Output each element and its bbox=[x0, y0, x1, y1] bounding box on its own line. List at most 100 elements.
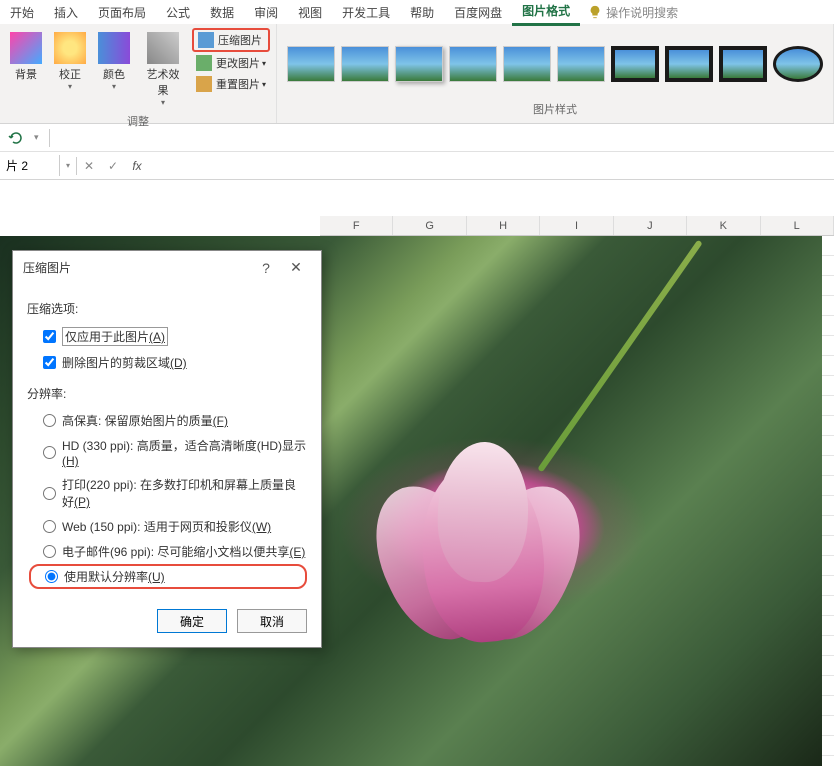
dialog-help-button[interactable]: ? bbox=[251, 260, 281, 276]
change-picture-icon bbox=[196, 55, 212, 71]
ok-button[interactable]: 确定 bbox=[157, 609, 227, 633]
dialog-titlebar[interactable]: 压缩图片 ? ✕ bbox=[13, 251, 321, 284]
tab-dev[interactable]: 开发工具 bbox=[332, 0, 400, 25]
picture-style-7[interactable] bbox=[611, 46, 659, 82]
tab-data[interactable]: 数据 bbox=[200, 0, 244, 25]
email-input[interactable] bbox=[43, 545, 56, 558]
grid-rows bbox=[822, 236, 834, 766]
apply-only-input[interactable] bbox=[43, 330, 56, 343]
resolution-web-radio[interactable]: Web (150 ppi): 适用于网页和投影仪(W) bbox=[27, 514, 307, 539]
resolution-default-radio[interactable]: 使用默认分辨率(U) bbox=[29, 564, 307, 589]
undo-icon[interactable] bbox=[8, 130, 24, 146]
ribbon-group-picture-styles: 图片样式 bbox=[277, 24, 834, 123]
tab-help[interactable]: 帮助 bbox=[400, 0, 444, 25]
delete-crop-label: 删除图片的剪裁区域 bbox=[62, 356, 170, 370]
picture-style-1[interactable] bbox=[287, 46, 335, 82]
change-picture-label: 更改图片 bbox=[216, 55, 260, 71]
tab-layout[interactable]: 页面布局 bbox=[88, 0, 156, 25]
color-button[interactable]: 颜色 bbox=[94, 28, 134, 95]
tab-review[interactable]: 审阅 bbox=[244, 0, 288, 25]
remove-background-button[interactable]: 背景 bbox=[6, 28, 46, 86]
formula-cancel-button[interactable]: ✕ bbox=[77, 159, 101, 173]
hifi-input[interactable] bbox=[43, 414, 56, 427]
web-label: Web (150 ppi): 适用于网页和投影仪 bbox=[62, 520, 252, 534]
undo-dropdown-icon[interactable]: ▾ bbox=[34, 132, 39, 143]
adjust-group-label: 调整 bbox=[125, 111, 151, 131]
corrections-label: 校正 bbox=[59, 66, 81, 82]
cancel-button[interactable]: 取消 bbox=[237, 609, 307, 633]
formula-bar: 片 2 ▾ ✕ ✓ fx bbox=[0, 152, 834, 180]
col-header-f[interactable]: F bbox=[320, 216, 393, 235]
hd-input[interactable] bbox=[43, 446, 56, 459]
name-box-dropdown-icon[interactable]: ▾ bbox=[60, 161, 76, 170]
resolution-email-radio[interactable]: 电子邮件(96 ppi): 尽可能缩小文档以便共享(E) bbox=[27, 539, 307, 564]
compress-label: 压缩图片 bbox=[218, 32, 262, 48]
tab-view[interactable]: 视图 bbox=[288, 0, 332, 25]
resolution-label: 分辨率: bbox=[27, 385, 307, 402]
hifi-label: 高保真: 保留原始图片的质量 bbox=[62, 414, 213, 428]
remove-bg-label: 背景 bbox=[15, 66, 37, 82]
dialog-close-button[interactable]: ✕ bbox=[281, 259, 311, 276]
hd-label: HD (330 ppi): 高质量，适合高清晰度(HD)显示 bbox=[62, 439, 306, 453]
col-header-g[interactable]: G bbox=[393, 216, 466, 235]
search-hint-label: 操作说明搜索 bbox=[606, 4, 678, 21]
color-icon bbox=[98, 32, 130, 64]
separator bbox=[49, 129, 50, 147]
compress-icon bbox=[198, 32, 214, 48]
col-header-j[interactable]: J bbox=[614, 216, 687, 235]
delete-crop-checkbox[interactable]: 删除图片的剪裁区域(D) bbox=[27, 350, 307, 375]
picture-style-3[interactable] bbox=[395, 46, 443, 82]
col-header-l[interactable]: L bbox=[761, 216, 834, 235]
tab-start[interactable]: 开始 bbox=[0, 0, 44, 25]
formula-confirm-button[interactable]: ✓ bbox=[101, 159, 125, 173]
default-input[interactable] bbox=[45, 570, 58, 583]
remove-bg-icon bbox=[10, 32, 42, 64]
picture-styles-group-label: 图片样式 bbox=[531, 99, 579, 119]
tell-me-search[interactable]: 操作说明搜索 bbox=[588, 4, 678, 21]
apply-only-label: 仅应用于此图片 bbox=[65, 330, 149, 344]
resolution-print-radio[interactable]: 打印(220 ppi): 在多数打印机和屏幕上质量良好(P) bbox=[27, 472, 307, 514]
picture-style-10[interactable] bbox=[773, 46, 823, 82]
picture-style-4[interactable] bbox=[449, 46, 497, 82]
picture-style-5[interactable] bbox=[503, 46, 551, 82]
artistic-label: 艺术效果 bbox=[142, 66, 184, 98]
change-picture-button[interactable]: 更改图片▾ bbox=[192, 53, 270, 73]
compress-pictures-dialog: 压缩图片 ? ✕ 压缩选项: 仅应用于此图片(A) 删除图片的剪裁区域(D) 分… bbox=[12, 250, 322, 648]
tab-insert[interactable]: 插入 bbox=[44, 0, 88, 25]
print-label: 打印(220 ppi): 在多数打印机和屏幕上质量良好 bbox=[62, 478, 296, 509]
picture-style-2[interactable] bbox=[341, 46, 389, 82]
picture-style-8[interactable] bbox=[665, 46, 713, 82]
picture-style-6[interactable] bbox=[557, 46, 605, 82]
delete-crop-input[interactable] bbox=[43, 356, 56, 369]
tab-formula[interactable]: 公式 bbox=[156, 0, 200, 25]
corrections-icon bbox=[54, 32, 86, 64]
tab-baidu[interactable]: 百度网盘 bbox=[444, 0, 512, 25]
reset-picture-button[interactable]: 重置图片▾ bbox=[192, 74, 270, 94]
web-input[interactable] bbox=[43, 520, 56, 533]
col-header-k[interactable]: K bbox=[687, 216, 760, 235]
email-label: 电子邮件(96 ppi): 尽可能缩小文档以便共享 bbox=[62, 545, 289, 559]
picture-style-9[interactable] bbox=[719, 46, 767, 82]
name-box[interactable]: 片 2 bbox=[0, 155, 60, 176]
apply-only-checkbox[interactable]: 仅应用于此图片(A) bbox=[27, 323, 307, 350]
col-header-i[interactable]: I bbox=[540, 216, 613, 235]
color-label: 颜色 bbox=[103, 66, 125, 82]
corrections-button[interactable]: 校正 bbox=[50, 28, 90, 95]
print-input[interactable] bbox=[43, 487, 56, 500]
default-label: 使用默认分辨率 bbox=[64, 570, 148, 584]
column-headers: F G H I J K L bbox=[320, 216, 834, 236]
resolution-hifi-radio[interactable]: 高保真: 保留原始图片的质量(F) bbox=[27, 408, 307, 433]
lotus-flower bbox=[353, 422, 613, 702]
compress-pictures-button[interactable]: 压缩图片 bbox=[192, 28, 270, 52]
reset-picture-label: 重置图片 bbox=[216, 76, 260, 92]
lightbulb-icon bbox=[588, 5, 602, 19]
resolution-hd-radio[interactable]: HD (330 ppi): 高质量，适合高清晰度(HD)显示(H) bbox=[27, 433, 307, 472]
ribbon-tabs: 开始 插入 页面布局 公式 数据 审阅 视图 开发工具 帮助 百度网盘 图片格式… bbox=[0, 0, 834, 24]
ribbon: 背景 校正 颜色 艺术效果 压缩图片 更改图片▾ bbox=[0, 24, 834, 124]
ribbon-group-adjust: 背景 校正 颜色 艺术效果 压缩图片 更改图片▾ bbox=[0, 24, 277, 123]
artistic-effects-button[interactable]: 艺术效果 bbox=[138, 28, 188, 111]
compress-options-label: 压缩选项: bbox=[27, 300, 307, 317]
tab-picture-format[interactable]: 图片格式 bbox=[512, 0, 580, 26]
insert-function-button[interactable]: fx bbox=[125, 159, 149, 173]
col-header-h[interactable]: H bbox=[467, 216, 540, 235]
